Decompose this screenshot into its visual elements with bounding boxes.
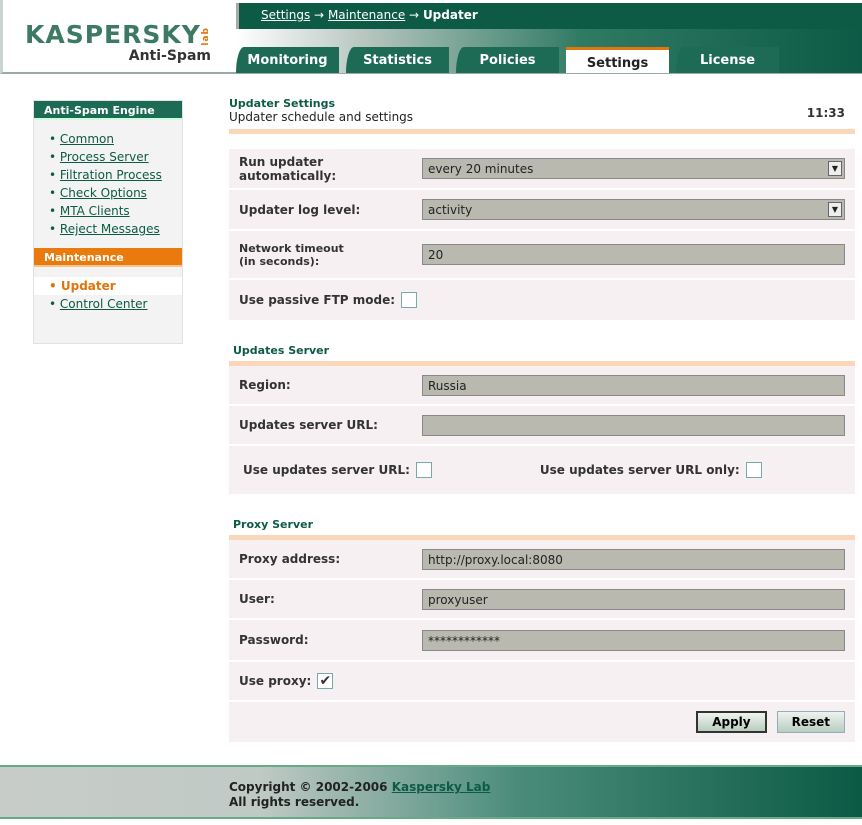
use-proxy-label: Use proxy: (239, 674, 311, 688)
divider (229, 129, 855, 134)
tab-settings[interactable]: Settings (566, 47, 669, 73)
sidebar-item-process-server[interactable]: • Process Server (49, 148, 182, 166)
region-label: Region: (239, 378, 422, 392)
sidebar: Anti-Spam Engine • Common • Process Serv… (33, 100, 183, 344)
breadcrumb-settings[interactable]: Settings (261, 8, 310, 22)
sidebar-link[interactable]: Common (60, 132, 114, 146)
section-title-proxy-server: Proxy Server (229, 518, 855, 531)
sidebar-link[interactable]: Check Options (60, 186, 147, 200)
use-server-url-label: Use updates server URL: (243, 463, 410, 477)
kaspersky-lab-link[interactable]: Kaspersky Lab (392, 780, 491, 794)
apply-button[interactable]: Apply (696, 711, 766, 733)
sidebar-item-updater[interactable]: • Updater (34, 277, 182, 295)
sidebar-item-control-center[interactable]: • Control Center (49, 295, 182, 313)
region-input[interactable]: Russia (422, 375, 845, 396)
updater-settings-block: Run updater automatically: every 20 minu… (229, 149, 855, 320)
sidebar-link[interactable]: MTA Clients (60, 204, 130, 218)
chevron-down-icon[interactable]: ▼ (828, 202, 842, 217)
use-proxy-checkbox[interactable]: ✔ (317, 673, 333, 689)
sidebar-link[interactable]: Control Center (60, 297, 148, 311)
server-url-label: Updates server URL: (239, 418, 422, 432)
breadcrumb: Settings → Maintenance → Updater (236, 3, 862, 29)
header: KASPERSKYlab Anti-Spam Settings → Mainte… (0, 0, 862, 74)
server-url-input[interactable] (422, 415, 845, 436)
sidebar-item-filtration-process[interactable]: • Filtration Process (49, 166, 182, 184)
reset-button[interactable]: Reset (777, 711, 845, 733)
log-level-label: Updater log level: (239, 203, 422, 217)
run-updater-label: Run updater automatically: (239, 155, 422, 183)
updates-server-block: Region: Russia Updates server URL: Use u… (229, 366, 855, 494)
sidebar-heading-engine: Anti-Spam Engine (34, 101, 182, 120)
breadcrumb-current: Updater (423, 8, 478, 22)
page-subtitle: Updater schedule and settings (229, 110, 855, 124)
sidebar-link[interactable]: Reject Messages (60, 222, 160, 236)
use-server-url-only-label: Use updates server URL only: (540, 463, 740, 477)
sidebar-heading-maintenance: Maintenance (34, 248, 182, 267)
tab-policies[interactable]: Policies (456, 47, 559, 73)
proxy-address-input[interactable]: http://proxy.local:8080 (422, 549, 845, 570)
proxy-user-label: User: (239, 592, 422, 606)
chevron-down-icon[interactable]: ▼ (828, 161, 842, 176)
proxy-user-input[interactable]: proxyuser (422, 589, 845, 610)
network-timeout-label: Network timeout(in seconds): (239, 242, 422, 268)
proxy-server-block: Proxy address: http://proxy.local:8080 U… (229, 540, 855, 742)
proxy-password-label: Password: (239, 633, 422, 647)
sidebar-item-mta-clients[interactable]: • MTA Clients (49, 202, 182, 220)
kaspersky-logo: KASPERSKYlab (25, 20, 211, 49)
use-server-url-checkbox[interactable] (416, 462, 432, 478)
page-title: Updater Settings (229, 97, 855, 110)
run-updater-select[interactable]: every 20 minutes▼ (422, 158, 845, 179)
sidebar-item-common[interactable]: • Common (49, 130, 182, 148)
sidebar-item-check-options[interactable]: • Check Options (49, 184, 182, 202)
footer: Copyright © 2002-2006 Kaspersky Lab All r… (0, 765, 862, 819)
passive-ftp-label: Use passive FTP mode: (239, 293, 395, 307)
passive-ftp-checkbox[interactable] (401, 292, 417, 308)
use-server-url-only-checkbox[interactable] (746, 462, 762, 478)
sidebar-link[interactable]: Process Server (60, 150, 149, 164)
proxy-password-input[interactable]: ************ (422, 630, 845, 651)
copyright-text: Copyright © 2002-2006 (229, 780, 388, 794)
tab-statistics[interactable]: Statistics (346, 47, 449, 73)
main-tabs: Monitoring Statistics Policies Settings … (236, 47, 786, 73)
breadcrumb-maintenance[interactable]: Maintenance (328, 8, 405, 22)
rights-text: All rights reserved. (229, 795, 359, 809)
sidebar-label: Updater (61, 279, 116, 293)
proxy-address-label: Proxy address: (239, 552, 422, 566)
sidebar-item-reject-messages[interactable]: • Reject Messages (49, 220, 182, 238)
sidebar-link[interactable]: Filtration Process (60, 168, 162, 182)
product-name: Anti-Spam (103, 48, 211, 64)
clock: 11:33 (807, 106, 845, 120)
section-title-updates-server: Updates Server (229, 344, 855, 357)
network-timeout-input[interactable]: 20 (422, 244, 845, 265)
tab-monitoring[interactable]: Monitoring (236, 47, 339, 73)
tab-license[interactable]: License (676, 47, 779, 73)
main-content: Updater Settings Updater schedule and se… (229, 97, 855, 742)
log-level-select[interactable]: activity▼ (422, 199, 845, 220)
